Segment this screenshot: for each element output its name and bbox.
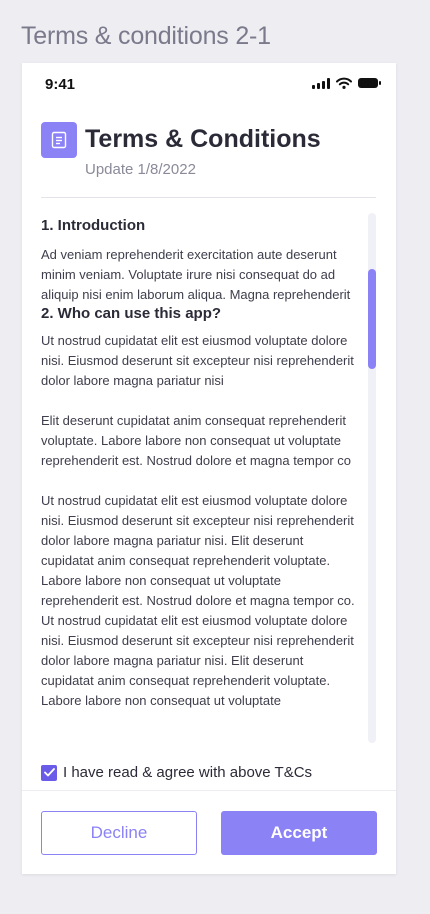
frame-title: Terms & conditions 2-1 [21,22,271,50]
agree-checkbox[interactable] [41,764,57,781]
section-paragraph: Ut nostrud cupidatat elit est eiusmod vo… [41,333,354,388]
battery-icon [358,78,381,88]
section-title: 1. Introduction [41,217,146,234]
update-date: Update 1/8/2022 [85,161,196,178]
scrollbar-thumb[interactable] [368,269,376,369]
status-bar: 9:41 [22,63,396,107]
page-header: Terms & Conditions Update 1/8/2022 [41,122,376,198]
status-icons [312,77,381,89]
agree-row[interactable]: I have read & agree with above T&Cs [41,764,312,781]
status-time: 9:41 [45,76,76,93]
section-paragraph: Ut nostrud cupidatat elit est eiusmod vo… [41,493,355,708]
section-paragraph: Elit deserunt cupidatat anim consequat r… [41,413,352,468]
decline-button[interactable]: Decline [41,811,197,855]
agree-label: I have read & agree with above T&Cs [63,764,313,781]
accept-button[interactable]: Accept [221,811,377,855]
action-footer: Decline Accept [22,790,396,875]
checkmark-icon [43,768,55,777]
phone-screen: 9:41 Terms & Conditions Update 1/8/2022 [22,63,396,874]
scrollbar-track[interactable] [368,213,376,743]
section-title: 2. Who can use this app? [41,305,222,322]
signal-icon [312,77,330,89]
section-paragraph: Ad veniam reprehenderit exercitation aut… [41,247,351,302]
terms-content[interactable]: 1. Introduction Ad veniam reprehenderit … [41,213,359,741]
page-title: Terms & Conditions [85,125,321,153]
document-icon [41,122,77,158]
wifi-icon [336,77,352,89]
